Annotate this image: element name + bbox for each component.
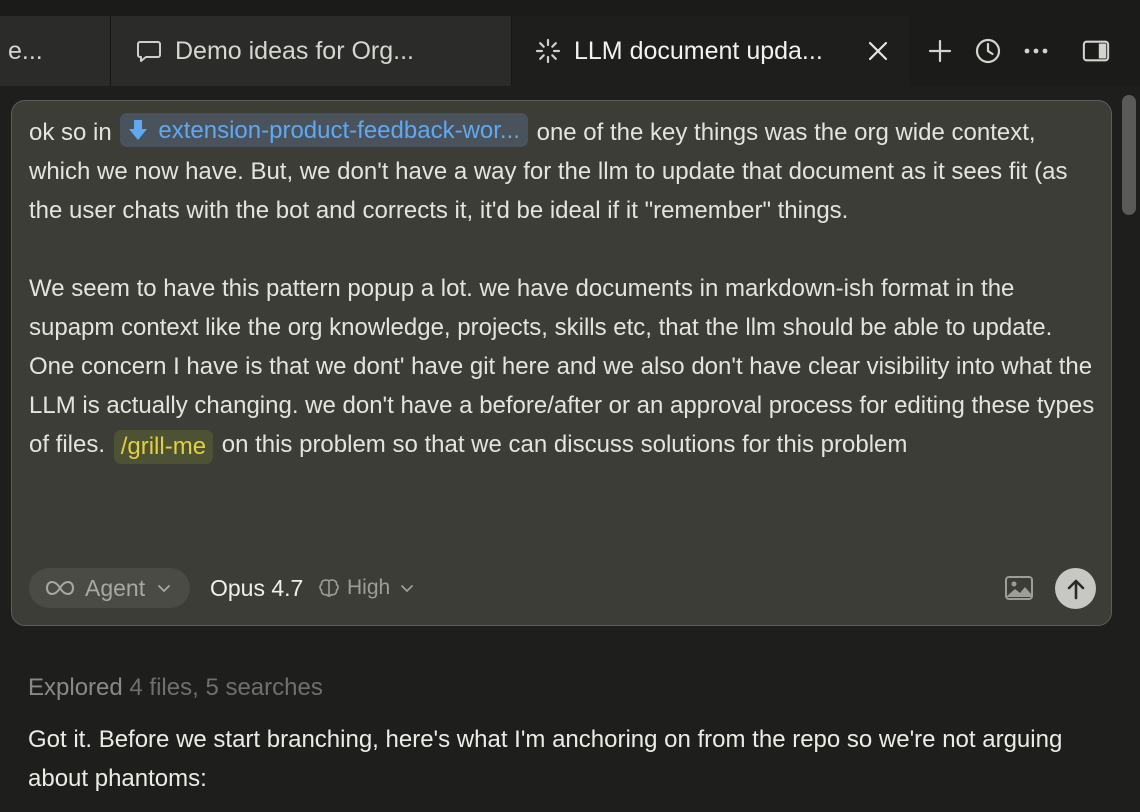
- tab-demo-ideas[interactable]: Demo ideas for Org...: [111, 16, 511, 86]
- chat-bubble-icon: [137, 41, 161, 62]
- file-reference-label: extension-product-feedback-wor...: [158, 116, 520, 144]
- new-tab-button[interactable]: [926, 37, 954, 65]
- explored-label: Explored: [28, 674, 123, 701]
- history-clock-icon: [975, 38, 1001, 64]
- chevron-down-icon: [401, 585, 414, 593]
- file-reference-chip[interactable]: extension-product-feedback-wor...: [120, 113, 528, 147]
- model-label: Opus 4.7: [210, 574, 304, 601]
- title-strip: [0, 0, 1140, 16]
- agent-mode-dropdown[interactable]: Agent: [29, 568, 190, 608]
- effort-selector[interactable]: High: [317, 568, 414, 608]
- plus-icon: [928, 39, 952, 63]
- scrollbar-thumb[interactable]: [1122, 95, 1136, 215]
- tab-bar: e... Demo ideas for Org... LLM document …: [0, 0, 1140, 86]
- history-button[interactable]: [974, 37, 1002, 65]
- effort-label: High: [347, 576, 391, 599]
- message-composer[interactable]: ok so in extension-product-feedback-wor.…: [11, 100, 1112, 626]
- infinity-icon: [45, 580, 75, 596]
- more-options-button[interactable]: [1022, 37, 1050, 65]
- more-ellipsis-icon: [1024, 48, 1048, 54]
- tab-llm-document-update[interactable]: LLM document upda...: [512, 16, 910, 86]
- explored-count: 4 files, 5 searches: [129, 674, 323, 701]
- prompt-paragraph-1: ok so in extension-product-feedback-wor.…: [29, 113, 1099, 230]
- arrow-up-icon: [1067, 579, 1084, 599]
- loading-spinner-icon: [535, 38, 561, 64]
- close-tab-icon[interactable]: [866, 39, 890, 63]
- explored-summary[interactable]: Explored 4 files, 5 searches: [28, 674, 323, 702]
- model-selector[interactable]: Opus 4.7: [210, 568, 303, 608]
- tab-actions: [926, 16, 1110, 86]
- command-chip[interactable]: /grill-me: [113, 429, 214, 464]
- tab-label: Demo ideas for Org...: [175, 36, 414, 65]
- toggle-sidebar-button[interactable]: [1082, 37, 1110, 65]
- send-button[interactable]: [1055, 568, 1096, 609]
- tab-label: e...: [8, 36, 43, 65]
- tab-previous[interactable]: e...: [0, 16, 110, 86]
- prompt-text[interactable]: ok so in extension-product-feedback-wor.…: [29, 113, 1099, 464]
- toggle-sidebar-icon: [1082, 40, 1110, 62]
- brain-icon: [319, 579, 339, 597]
- prompt-paragraph-2: We seem to have this pattern popup a lot…: [29, 269, 1099, 464]
- image-attach-icon[interactable]: [1004, 574, 1034, 602]
- download-arrow-icon: [129, 120, 148, 140]
- agent-mode-label: Agent: [85, 574, 146, 601]
- composer-toolbar: Agent Opus 4.7 High: [29, 568, 1097, 609]
- assistant-message: Got it. Before we start branching, here'…: [28, 726, 1063, 792]
- chevron-down-icon: [158, 585, 171, 593]
- tab-label: LLM document upda...: [574, 36, 823, 65]
